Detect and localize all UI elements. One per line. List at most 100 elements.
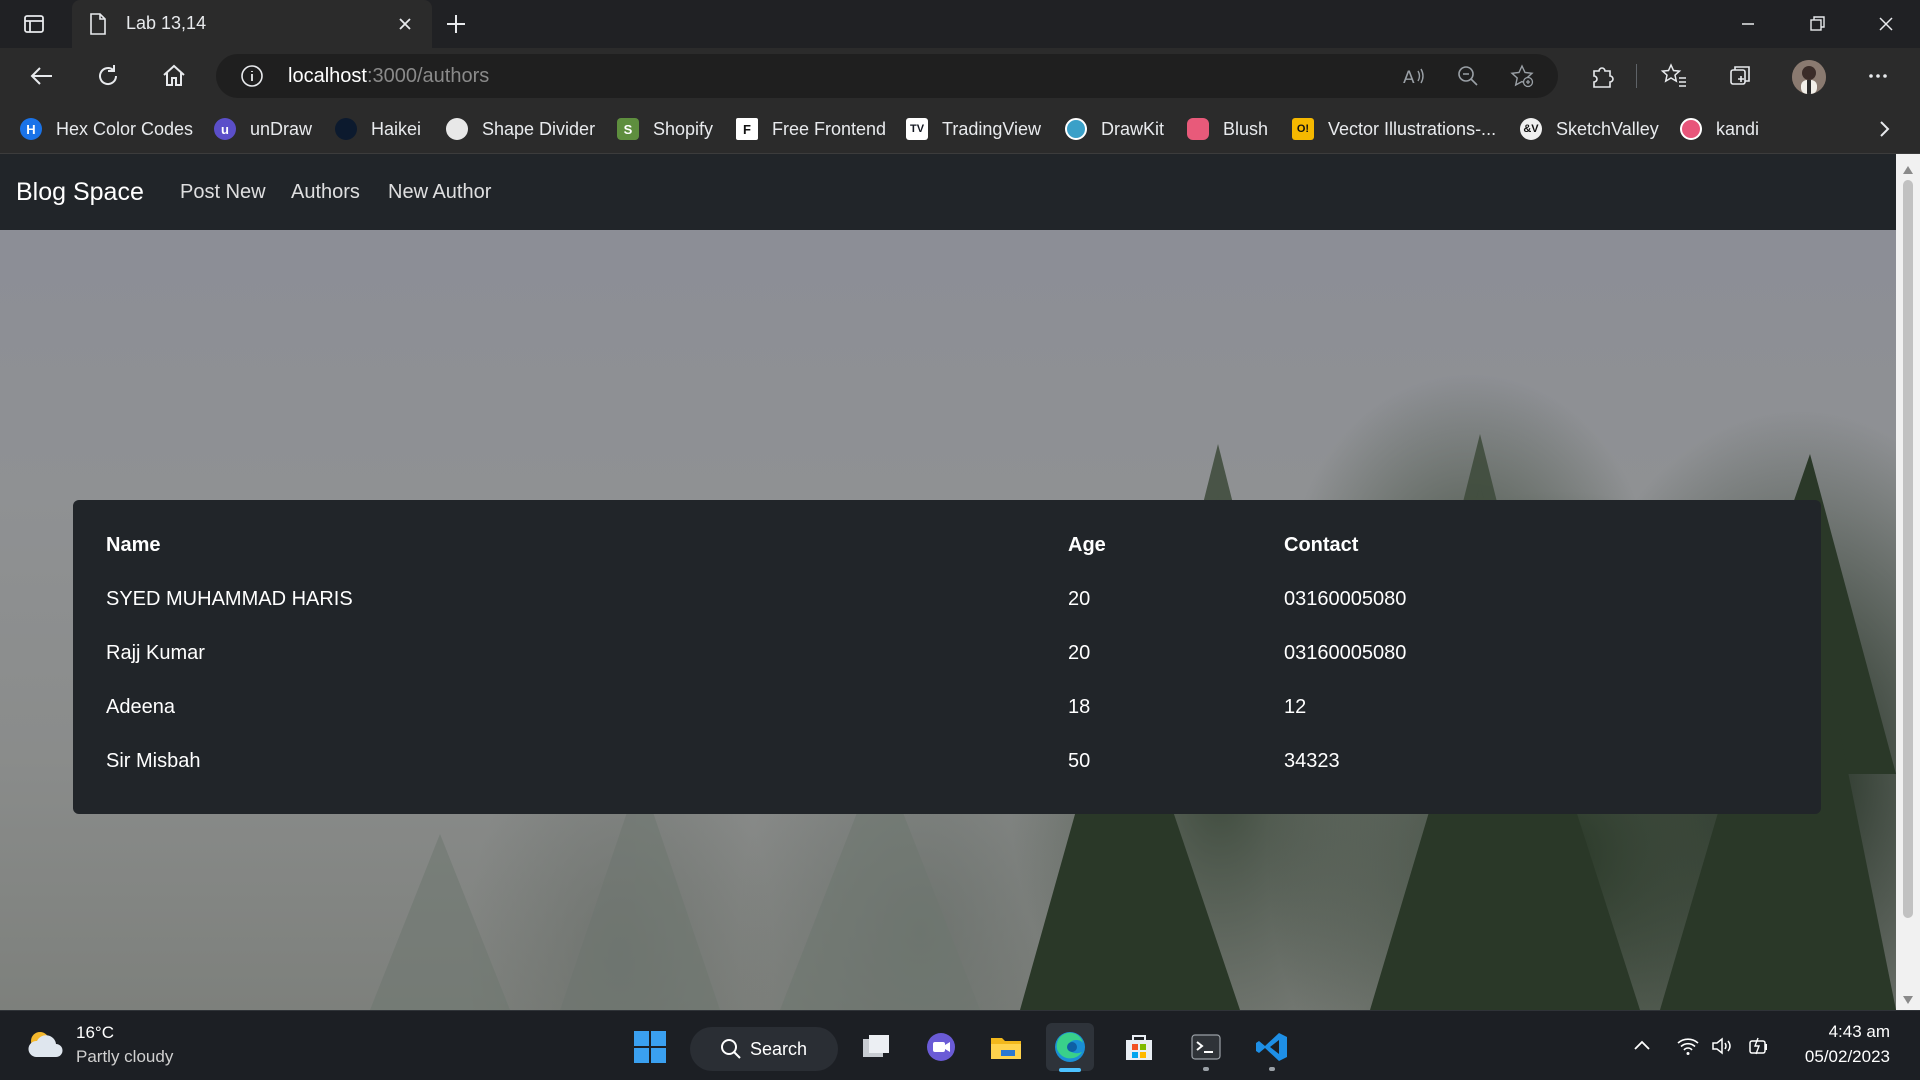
active-app-indicator <box>1059 1068 1081 1072</box>
shape-divider-icon <box>446 118 468 140</box>
teams-chat-icon[interactable] <box>917 1023 965 1071</box>
task-view-icon[interactable] <box>852 1023 900 1071</box>
bookmark-label: DrawKit <box>1101 118 1165 139</box>
scrollbar-thumb[interactable] <box>1903 180 1913 918</box>
clock-time[interactable]: 4:43 am <box>1829 1022 1890 1042</box>
minimize-icon[interactable] <box>1734 10 1762 38</box>
taskbar-search[interactable]: Search <box>690 1027 838 1071</box>
wifi-icon[interactable] <box>1676 1034 1700 1058</box>
volume-icon[interactable] <box>1710 1034 1734 1058</box>
author-contact: 12 <box>1284 696 1307 718</box>
puzzle-icon[interactable] <box>1588 62 1616 90</box>
free-frontend-icon: F <box>736 118 758 140</box>
bookmark-label: kandi <box>1716 118 1760 139</box>
plus-icon[interactable] <box>442 10 470 38</box>
file-explorer-icon[interactable] <box>982 1023 1030 1071</box>
chevron-right-icon[interactable] <box>1872 117 1896 141</box>
browser-titlebar: Lab 13,14 <box>0 0 1920 48</box>
home-icon[interactable] <box>160 62 188 90</box>
bookmark-hex-color-codes[interactable]: H Hex Color Codes <box>20 115 193 143</box>
url-text: localhost:3000/authors <box>288 65 489 88</box>
nav-link-post-new[interactable]: Post New <box>180 181 266 204</box>
url-host: localhost <box>288 65 367 87</box>
bookmark-undraw[interactable]: u unDraw <box>214 115 312 143</box>
read-aloud-icon[interactable]: A <box>1402 64 1426 88</box>
author-name: Rajj Kumar <box>106 642 205 664</box>
bookmark-label: Haikei <box>371 118 422 139</box>
bookmark-sketchvalley[interactable]: &V SketchValley <box>1520 115 1659 143</box>
url-path: :3000/authors <box>366 65 490 87</box>
bookmark-label: Free Frontend <box>772 118 887 139</box>
author-contact: 03160005080 <box>1284 588 1407 610</box>
bookmark-shopify[interactable]: S Shopify <box>617 115 713 143</box>
bookmark-free-frontend[interactable]: F Free Frontend <box>736 115 886 143</box>
collections-icon[interactable] <box>1726 62 1754 90</box>
favorites-icon[interactable] <box>1660 62 1688 90</box>
table-row: SYED MUHAMMAD HARIS 20 03160005080 <box>73 574 1821 628</box>
bookmark-label: Vector Illustrations-... <box>1328 118 1497 139</box>
bookmark-kandi[interactable]: kandi <box>1680 115 1759 143</box>
scroll-up-icon[interactable] <box>1902 162 1914 174</box>
window-menu-icon[interactable] <box>22 12 46 36</box>
bookmark-blush[interactable]: Blush <box>1187 115 1268 143</box>
nav-link-new-author[interactable]: New Author <box>388 181 491 204</box>
search-icon <box>721 1039 741 1059</box>
close-window-icon[interactable] <box>1872 10 1900 38</box>
zoom-out-icon[interactable] <box>1456 64 1480 88</box>
scroll-down-icon[interactable] <box>1902 992 1914 1004</box>
edge-icon[interactable] <box>1046 1023 1094 1072</box>
author-age: 50 <box>1068 750 1091 772</box>
windows-start-icon[interactable] <box>626 1023 674 1071</box>
refresh-icon[interactable] <box>94 62 122 90</box>
blush-icon <box>1187 118 1209 140</box>
drawkit-icon <box>1065 118 1087 140</box>
chevron-up-icon[interactable] <box>1630 1034 1654 1058</box>
kandi-icon <box>1680 118 1702 140</box>
author-age: 20 <box>1068 642 1091 664</box>
address-bar[interactable]: localhost:3000/authors A <box>216 54 1558 98</box>
author-age: 18 <box>1068 696 1091 718</box>
table-row: Adeena 18 12 <box>73 682 1821 736</box>
running-app-indicator <box>1203 1067 1209 1071</box>
column-header-contact: Contact <box>1284 534 1359 556</box>
bookmark-label: unDraw <box>250 118 313 139</box>
toolbar-divider <box>1636 64 1637 88</box>
close-icon[interactable] <box>392 11 418 37</box>
running-app-indicator <box>1269 1067 1275 1071</box>
terminal-icon[interactable] <box>1182 1023 1230 1071</box>
weather-temperature[interactable]: 16°C <box>76 1023 114 1043</box>
browser-tab[interactable]: Lab 13,14 <box>72 0 432 48</box>
bookmark-label: SketchValley <box>1556 118 1659 139</box>
bookmarks-bar: H Hex Color Codes u unDraw Haikei Shape … <box>0 104 1920 154</box>
back-arrow-icon[interactable] <box>28 62 56 90</box>
tradingview-icon: TV <box>906 118 928 140</box>
avatar[interactable] <box>1792 60 1826 94</box>
bookmark-drawkit[interactable]: DrawKit <box>1065 115 1164 143</box>
vscode-icon[interactable] <box>1248 1023 1296 1071</box>
haikei-icon <box>335 118 357 140</box>
nav-link-authors[interactable]: Authors <box>291 181 360 204</box>
windows-taskbar: 16°C Partly cloudy Search 4:43 am 05/02/… <box>0 1010 1920 1080</box>
bookmark-haikei[interactable]: Haikei <box>335 115 421 143</box>
partly-cloudy-icon[interactable] <box>24 1025 66 1067</box>
clock-date[interactable]: 05/02/2023 <box>1805 1047 1890 1067</box>
battery-icon[interactable] <box>1746 1034 1770 1058</box>
bookmark-label: TradingView <box>942 118 1042 139</box>
author-contact: 34323 <box>1284 750 1340 772</box>
bookmark-tradingview[interactable]: TV TradingView <box>906 115 1041 143</box>
author-name: SYED MUHAMMAD HARIS <box>106 588 353 610</box>
weather-description[interactable]: Partly cloudy <box>76 1047 173 1067</box>
author-name: Adeena <box>106 696 175 718</box>
store-icon[interactable] <box>1115 1023 1163 1071</box>
bookmark-vector-illustrations[interactable]: O! Vector Illustrations-... <box>1292 115 1496 143</box>
vertical-scrollbar[interactable] <box>1896 154 1920 1010</box>
navbar-brand[interactable]: Blog Space <box>16 178 144 207</box>
restore-icon[interactable] <box>1803 10 1831 38</box>
more-icon[interactable] <box>1864 62 1892 90</box>
info-icon[interactable] <box>240 64 264 88</box>
bookmark-shape-divider[interactable]: Shape Divider <box>446 115 595 143</box>
svg-text:A: A <box>1403 68 1415 88</box>
tab-title: Lab 13,14 <box>126 13 207 33</box>
browser-toolbar: localhost:3000/authors A <box>0 48 1920 104</box>
star-plus-icon[interactable] <box>1510 64 1534 88</box>
